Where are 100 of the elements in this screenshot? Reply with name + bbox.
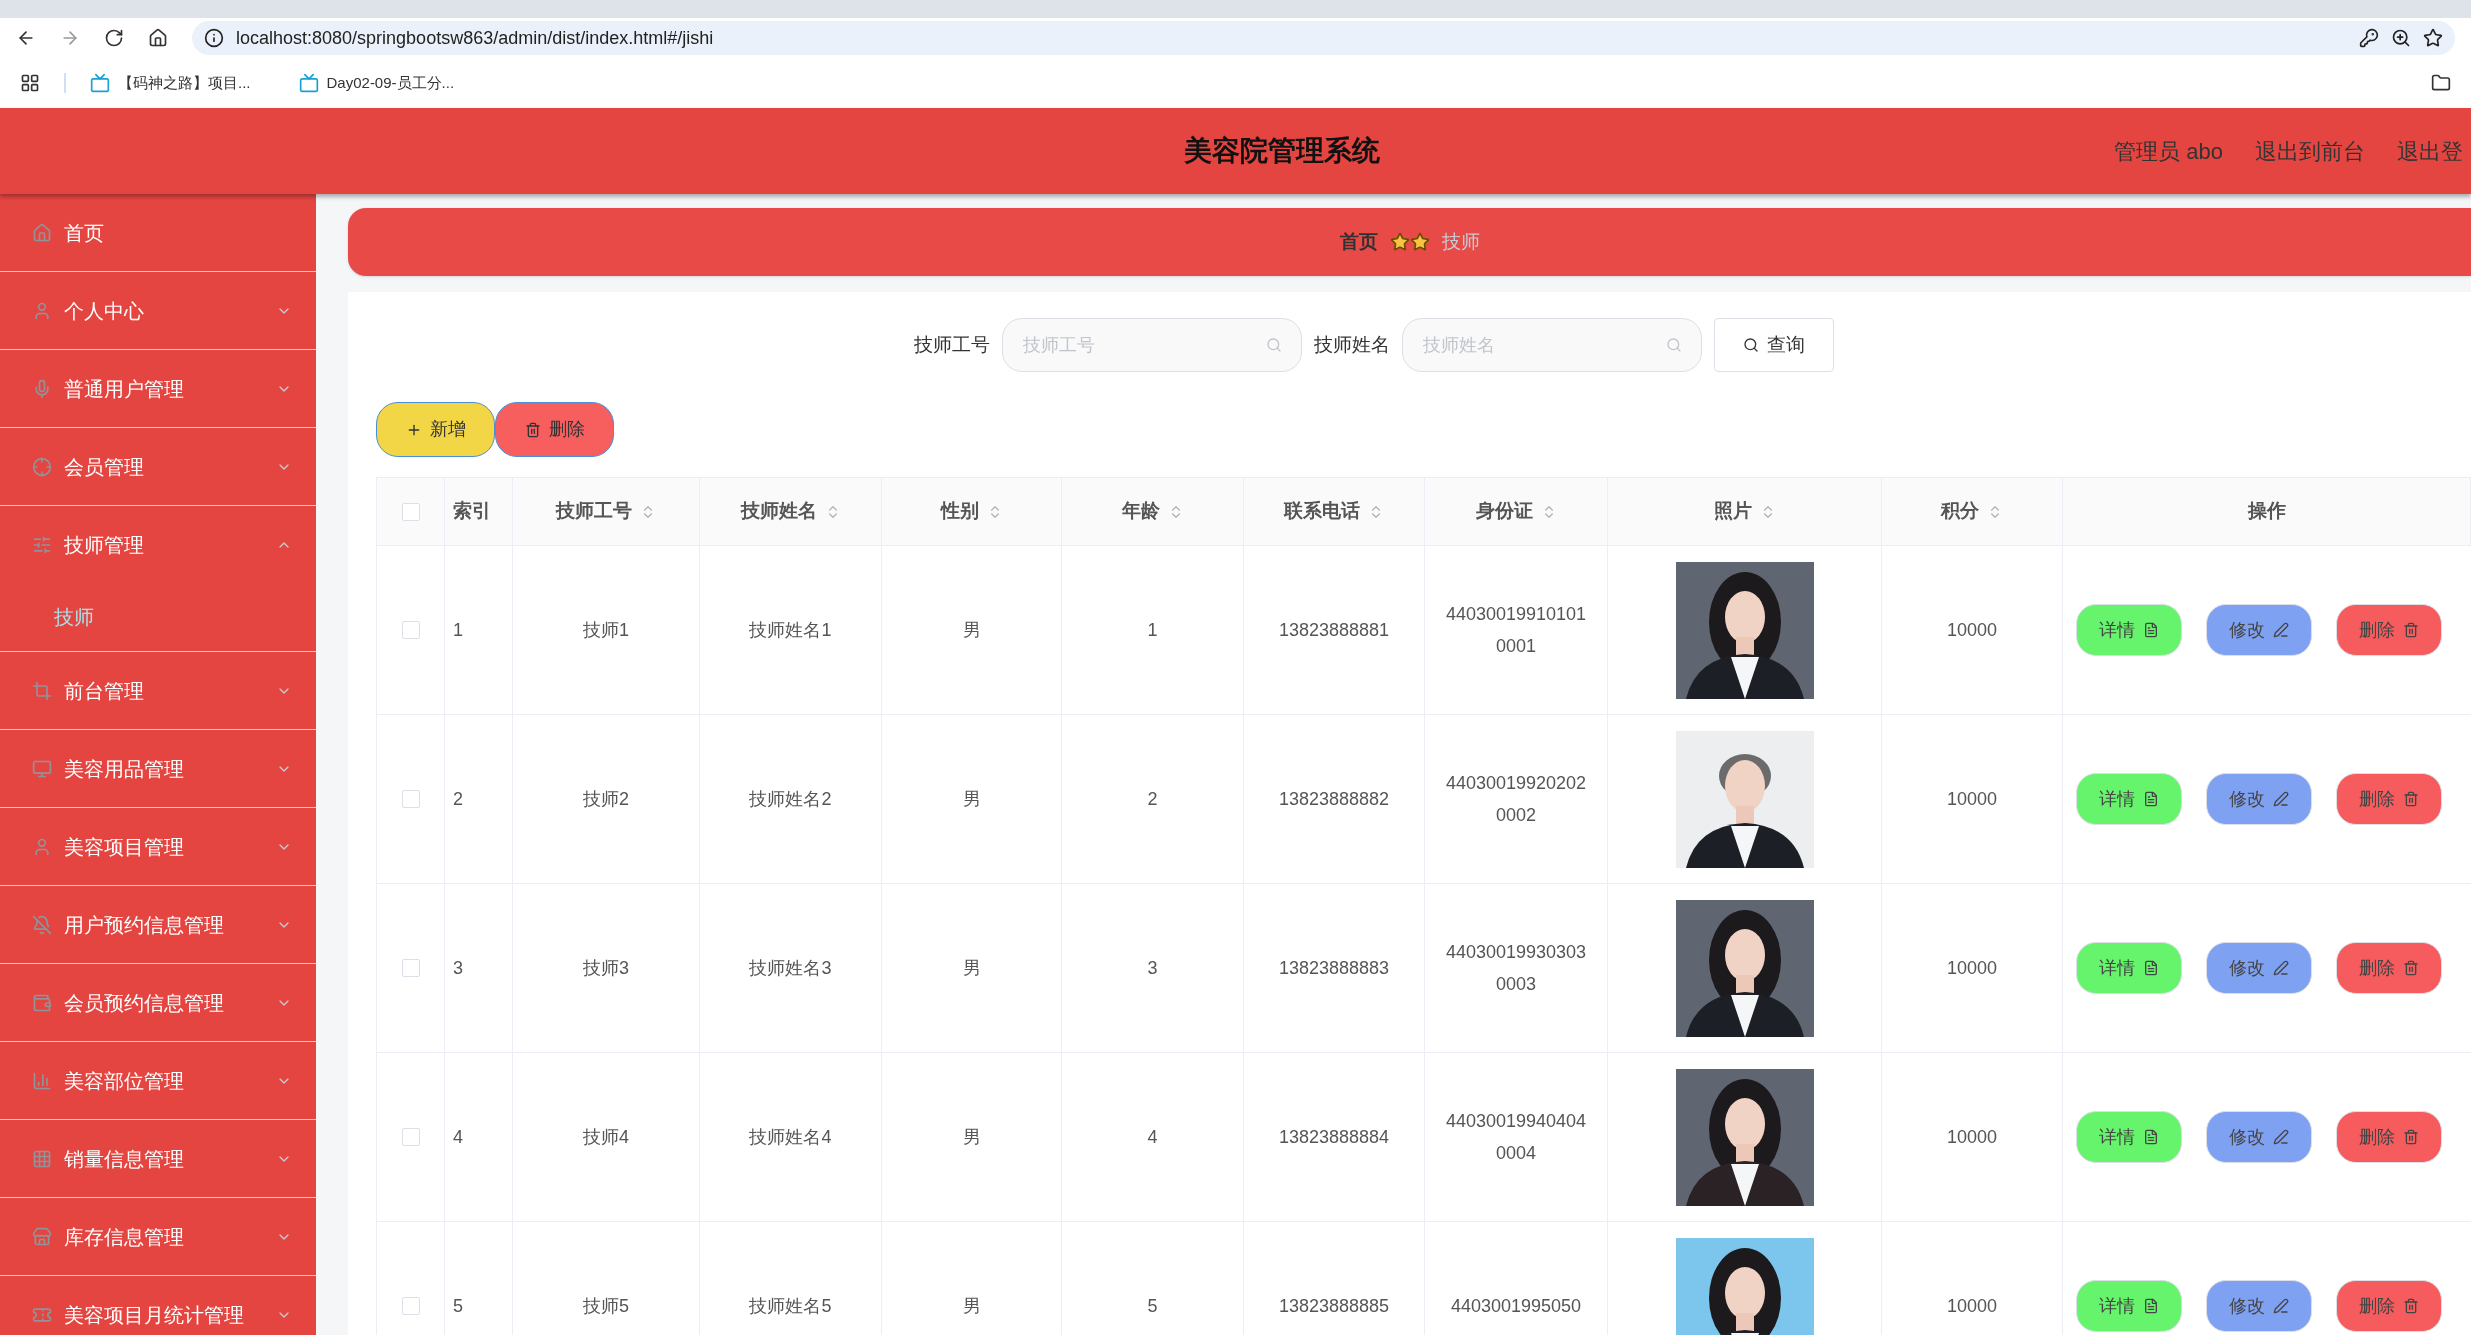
menu-item[interactable]: 技师管理	[0, 506, 316, 583]
user-icon	[32, 300, 52, 321]
edit-button[interactable]: 修改	[2206, 773, 2312, 825]
table-cell-text: 13823888883	[1278, 956, 1390, 980]
menu-item[interactable]: 销量信息管理	[0, 1120, 316, 1197]
trash-icon	[2403, 622, 2419, 638]
table-cell-text: 技师1	[583, 618, 629, 642]
reload-icon[interactable]	[104, 28, 124, 48]
checkbox[interactable]	[401, 1297, 420, 1315]
menu-item[interactable]: 美容项目月统计管理	[0, 1276, 316, 1335]
table-cell-text: 2	[1147, 787, 1158, 811]
home-icon[interactable]	[148, 28, 168, 48]
column-header[interactable]: 技师工号	[556, 497, 632, 526]
table-cell-text: 440300199404040004	[1444, 1110, 1588, 1165]
column-header: 索引	[453, 499, 491, 524]
checkbox[interactable]	[401, 502, 420, 521]
detail-button[interactable]: 详情	[2076, 604, 2182, 656]
trash-icon	[524, 421, 541, 438]
bookmark-star-icon[interactable]	[2423, 28, 2443, 48]
breadcrumb-link[interactable]: 首页	[1339, 227, 1378, 257]
trash-icon	[2403, 1298, 2419, 1314]
document-icon	[2143, 1298, 2159, 1314]
column-header[interactable]: 技师姓名	[740, 497, 817, 526]
menu-item[interactable]: 会员管理	[0, 428, 316, 505]
delete-button[interactable]: 删除	[2336, 1280, 2442, 1332]
delete-button[interactable]: 删除	[495, 402, 614, 457]
query-button[interactable]: 查询	[1713, 318, 1834, 372]
column-header[interactable]: 积分	[1941, 497, 1979, 526]
bookmark-link[interactable]: 【码神之路】项目...	[90, 71, 251, 95]
table-cell-text: 1	[453, 618, 463, 642]
table-cell-text: 技师5	[583, 1294, 629, 1318]
table-cell-text: 10000	[1946, 618, 1998, 642]
table-cell-text: 13823888882	[1278, 787, 1390, 811]
pencil-icon	[2273, 960, 2289, 976]
detail-button[interactable]: 详情	[2076, 773, 2182, 825]
detail-button[interactable]: 详情	[2076, 1111, 2182, 1163]
table-cell-text: 4403001995050	[1450, 1295, 1582, 1318]
menu-item[interactable]: 前台管理	[0, 652, 316, 729]
edit-button[interactable]: 修改	[2206, 1111, 2312, 1163]
header-link[interactable]: 退出登	[2397, 134, 2463, 168]
table-cell-text: 男	[962, 618, 981, 642]
crosshair-icon	[32, 456, 52, 477]
menu-item[interactable]: 美容用品管理	[0, 730, 316, 807]
bell-off-icon	[32, 914, 52, 935]
menu-item[interactable]: 美容项目管理	[0, 808, 316, 885]
detail-button[interactable]: 详情	[2076, 1280, 2182, 1332]
folder-icon[interactable]	[2431, 73, 2451, 93]
menu-item[interactable]: 用户预约信息管理	[0, 886, 316, 963]
field-label: 技师姓名	[1313, 332, 1390, 357]
checkbox[interactable]	[401, 959, 420, 977]
delete-button[interactable]: 删除	[2336, 773, 2442, 825]
column-header[interactable]: 年龄	[1121, 497, 1160, 526]
menu-item[interactable]: 普通用户管理	[0, 350, 316, 427]
table-cell-text: 技师姓名2	[749, 787, 832, 811]
column-header[interactable]: 照片	[1713, 497, 1752, 526]
table-cell-text: 3	[453, 956, 463, 980]
menu-item[interactable]: 首页	[0, 194, 316, 271]
detail-button[interactable]: 详情	[2076, 942, 2182, 994]
add-button[interactable]: 新增	[376, 402, 495, 457]
pencil-icon	[2273, 791, 2289, 807]
pencil-icon	[2273, 1129, 2289, 1145]
table-cell-text: 技师姓名1	[749, 618, 832, 642]
table-cell-text: 10000	[1946, 956, 1998, 980]
menu-item[interactable]: 会员预约信息管理	[0, 964, 316, 1041]
trash-icon	[2403, 1129, 2419, 1145]
zoom-icon[interactable]	[2391, 28, 2411, 48]
header-link[interactable]: 退出到前台	[2255, 134, 2365, 168]
delete-button[interactable]: 删除	[2336, 942, 2442, 994]
menu-item[interactable]: 个人中心	[0, 272, 316, 349]
address-bar[interactable]: localhost:8080/springbootsw863/admin/dist/index.html#/jishi	[192, 21, 2455, 55]
url-text: localhost:8080/springbootsw863/admin/dist/index.html#/jishi	[236, 26, 714, 50]
column-header[interactable]: 身份证	[1475, 497, 1533, 526]
checkbox[interactable]	[401, 621, 420, 639]
stars-icon	[1389, 232, 1430, 252]
delete-button[interactable]: 删除	[2336, 604, 2442, 656]
document-icon	[2143, 1129, 2159, 1145]
checkbox[interactable]	[401, 790, 420, 808]
search-field[interactable]: 技师姓名	[1401, 318, 1702, 372]
header-link[interactable]: 管理员 abo	[2114, 134, 2223, 168]
menu-item[interactable]: 库存信息管理	[0, 1198, 316, 1275]
table-cell-text: 男	[962, 787, 981, 811]
table-cell-text: 4	[453, 1125, 463, 1149]
bookmark-link[interactable]: Day02-09-员工分...	[298, 71, 455, 95]
edit-button[interactable]: 修改	[2206, 1280, 2312, 1332]
delete-button[interactable]: 删除	[2336, 1111, 2442, 1163]
column-header[interactable]: 性别	[940, 497, 979, 526]
tv-icon	[90, 73, 110, 93]
edit-button[interactable]: 修改	[2206, 604, 2312, 656]
table-cell-text: 440300199202020002	[1444, 772, 1588, 827]
column-header[interactable]: 联系电话	[1284, 497, 1360, 526]
checkbox[interactable]	[401, 1128, 420, 1146]
menu-item[interactable]: 美容部位管理	[0, 1042, 316, 1119]
trash-icon	[2403, 960, 2419, 976]
submenu-item[interactable]: 技师	[0, 583, 316, 651]
apps-icon[interactable]	[20, 73, 40, 93]
table-cell-text: 男	[962, 956, 981, 980]
key-icon[interactable]	[2359, 28, 2379, 48]
breadcrumb-link[interactable]: 技师	[1441, 227, 1480, 257]
search-field[interactable]: 技师工号	[1001, 318, 1302, 372]
edit-button[interactable]: 修改	[2206, 942, 2312, 994]
